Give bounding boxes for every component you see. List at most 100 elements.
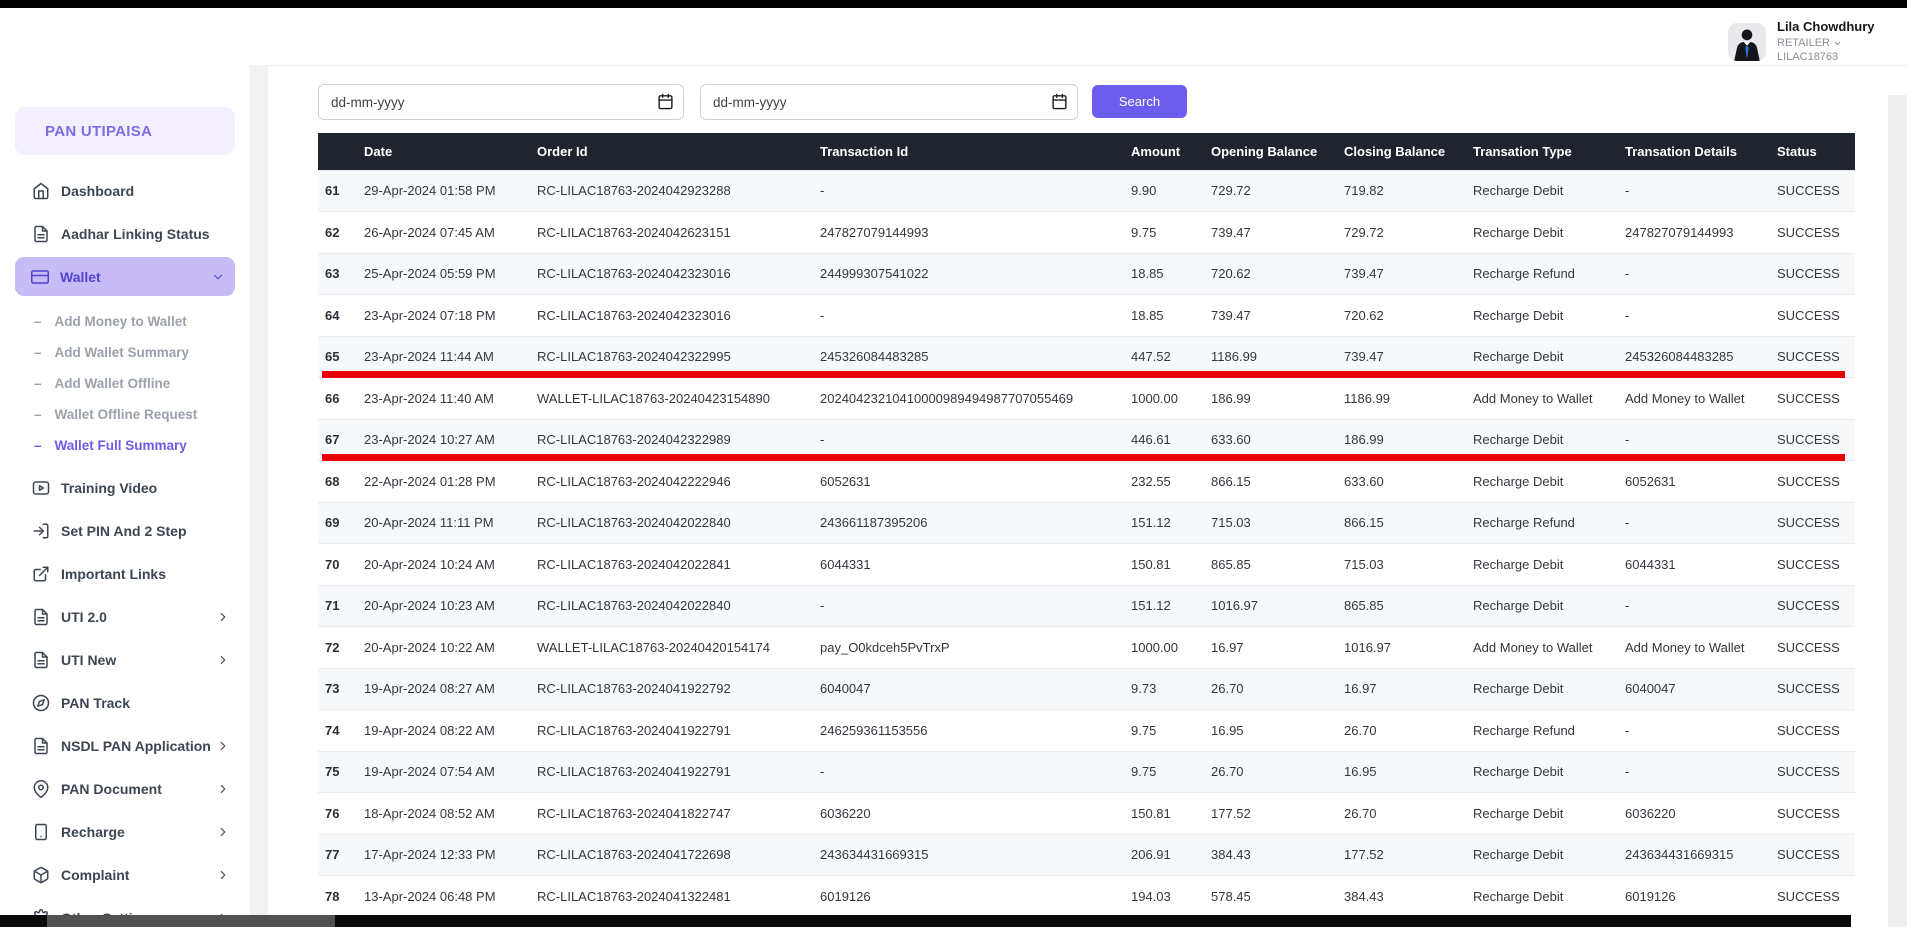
cell-transaction_id: 244999307541022: [820, 253, 1131, 295]
brand-pill[interactable]: PAN UTIPAISA: [15, 107, 235, 155]
cell-status: SUCCESS: [1777, 668, 1855, 710]
sidebar-item-uti-2-0[interactable]: UTI 2.0: [0, 595, 250, 638]
table-row: 6226-Apr-2024 07:45 AMRC-LILAC18763-2024…: [318, 212, 1855, 254]
user-menu[interactable]: Lila Chowdhury RETAILER LILAC18763: [1728, 20, 1875, 63]
sidebar-subitem-label: Add Wallet Offline: [55, 376, 171, 391]
sidebar-subitem-add-wallet-summary[interactable]: –Add Wallet Summary: [0, 337, 250, 368]
horizontal-scrollbar-thumb[interactable]: [47, 915, 335, 927]
sidebar-subitem-wallet-full-summary[interactable]: –Wallet Full Summary: [0, 430, 250, 461]
vertical-scrollbar-track[interactable]: [1888, 95, 1907, 927]
sidebar-scrollbar-track[interactable]: [250, 65, 268, 915]
cell-status: SUCCESS: [1777, 253, 1855, 295]
date-to-field: [700, 84, 1078, 120]
wallet-full-summary-page: Lila Chowdhury RETAILER LILAC18763 PAN U…: [0, 0, 1907, 927]
cell-order_id: RC-LILAC18763-2024042923288: [537, 170, 820, 212]
cell-order_id: RC-LILAC18763-2024041722698: [537, 834, 820, 876]
sidebar-item-pan-document[interactable]: PAN Document: [0, 767, 250, 810]
sidebar-item-label: Aadhar Linking Status: [61, 226, 210, 242]
cell-order_id: RC-LILAC18763-2024041922791: [537, 710, 820, 752]
sidebar-item-label: UTI 2.0: [61, 609, 107, 625]
cell-amount: 9.75: [1131, 710, 1211, 752]
cell-opening: 384.43: [1211, 834, 1344, 876]
box-icon: [32, 866, 50, 884]
cell-closing: 715.03: [1344, 544, 1473, 586]
cell-order_id: RC-LILAC18763-2024041922792: [537, 668, 820, 710]
file-text-icon: [32, 737, 50, 755]
cell-order_id: RC-LILAC18763-2024042323016: [537, 295, 820, 337]
cell-amount: 150.81: [1131, 793, 1211, 835]
cell-details: -: [1625, 751, 1777, 793]
cell-details: -: [1625, 295, 1777, 337]
cell-type: Recharge Debit: [1473, 668, 1625, 710]
cell-amount: 206.91: [1131, 834, 1211, 876]
cell-details: Add Money to Wallet: [1625, 627, 1777, 669]
cell-type: Recharge Refund: [1473, 502, 1625, 544]
sidebar-item-nsdl-pan-application[interactable]: NSDL PAN Application: [0, 724, 250, 767]
sidebar-menu: DashboardAadhar Linking StatusWallet–Add…: [0, 169, 250, 915]
cell-date: 20-Apr-2024 11:11 PM: [364, 502, 537, 544]
cell-type: Recharge Refund: [1473, 253, 1625, 295]
sidebar-item-aadhar-linking-status[interactable]: Aadhar Linking Status: [0, 212, 250, 255]
cell-status: SUCCESS: [1777, 295, 1855, 337]
file-text-icon: [32, 651, 50, 669]
sidebar-item-dashboard[interactable]: Dashboard: [0, 169, 250, 212]
cell-type: Recharge Debit: [1473, 170, 1625, 212]
sidebar-item-wallet[interactable]: Wallet: [15, 257, 235, 296]
cell-type: Recharge Debit: [1473, 295, 1625, 337]
horizontal-scrollbar[interactable]: [0, 915, 1851, 927]
cell-sn: 66: [318, 378, 364, 420]
cell-type: Recharge Refund: [1473, 710, 1625, 752]
cell-details: 6044331: [1625, 544, 1777, 586]
chevron-right-icon: [216, 782, 230, 796]
cell-date: 19-Apr-2024 08:22 AM: [364, 710, 537, 752]
sidebar-item-pan-track[interactable]: PAN Track: [0, 681, 250, 724]
cell-date: 23-Apr-2024 11:40 AM: [364, 378, 537, 420]
cell-order_id: RC-LILAC18763-2024041922791: [537, 751, 820, 793]
date-from-field: [318, 84, 684, 120]
cell-closing: 1186.99: [1344, 378, 1473, 420]
table-row: 7519-Apr-2024 07:54 AMRC-LILAC18763-2024…: [318, 751, 1855, 793]
cell-transaction_id: 6044331: [820, 544, 1131, 586]
sidebar-item-label: Complaint: [61, 867, 129, 883]
cell-details: -: [1625, 585, 1777, 627]
column-header-opening-balance: Opening Balance: [1211, 133, 1344, 170]
cell-transaction_id: -: [820, 585, 1131, 627]
cell-type: Recharge Debit: [1473, 544, 1625, 586]
sidebar-item-important-links[interactable]: Important Links: [0, 552, 250, 595]
date-to-input[interactable]: [700, 84, 1078, 120]
cell-opening: 715.03: [1211, 502, 1344, 544]
cell-status: SUCCESS: [1777, 544, 1855, 586]
date-from-input[interactable]: [318, 84, 684, 120]
red-highlight-underline: [322, 371, 1845, 378]
search-button[interactable]: Search: [1092, 85, 1187, 118]
sidebar-item-uti-new[interactable]: UTI New: [0, 638, 250, 681]
cell-sn: 78: [318, 876, 364, 916]
cell-sn: 63: [318, 253, 364, 295]
transactions-table-wrap: DateOrder IdTransaction IdAmountOpening …: [318, 133, 1855, 915]
dash-bullet: –: [34, 438, 42, 453]
map-pin-icon: [32, 780, 50, 798]
sidebar-subitem-label: Wallet Offline Request: [55, 407, 198, 422]
smartphone-icon: [32, 823, 50, 841]
sidebar-subitem-add-wallet-offline[interactable]: –Add Wallet Offline: [0, 368, 250, 399]
sidebar-item-other-settings[interactable]: Other Settings: [0, 896, 250, 915]
cell-status: SUCCESS: [1777, 627, 1855, 669]
sidebar-subitem-add-money-to-wallet[interactable]: –Add Money to Wallet: [0, 306, 250, 337]
sidebar-item-set-pin-and-2-step[interactable]: Set PIN And 2 Step: [0, 509, 250, 552]
cell-closing: 16.95: [1344, 751, 1473, 793]
cell-type: Recharge Debit: [1473, 876, 1625, 916]
cell-closing: 16.97: [1344, 668, 1473, 710]
sidebar-subitem-wallet-offline-request[interactable]: –Wallet Offline Request: [0, 399, 250, 430]
sidebar-item-training-video[interactable]: Training Video: [0, 466, 250, 509]
cell-amount: 1000.00: [1131, 627, 1211, 669]
cell-transaction_id: 243634431669315: [820, 834, 1131, 876]
table-header-row: DateOrder IdTransaction IdAmountOpening …: [318, 133, 1855, 170]
chevron-down-icon: [211, 270, 225, 284]
column-header-transation-details: Transation Details: [1625, 133, 1777, 170]
cell-amount: 151.12: [1131, 585, 1211, 627]
sidebar-item-recharge[interactable]: Recharge: [0, 810, 250, 853]
cell-status: SUCCESS: [1777, 502, 1855, 544]
cell-order_id: WALLET-LILAC18763-20240423154890: [537, 378, 820, 420]
cell-type: Add Money to Wallet: [1473, 627, 1625, 669]
sidebar-item-complaint[interactable]: Complaint: [0, 853, 250, 896]
